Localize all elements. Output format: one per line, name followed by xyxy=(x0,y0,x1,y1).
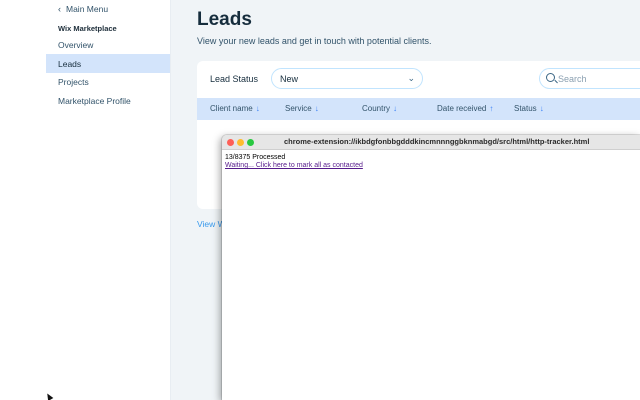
popup-title-bar[interactable]: chrome-extension://ikbdgfonbbgdddkincmnn… xyxy=(222,135,640,150)
sort-arrow-icon: ↓ xyxy=(539,104,544,113)
minimize-window-icon[interactable] xyxy=(237,139,244,146)
sort-arrow-icon: ↓ xyxy=(314,104,319,113)
main-menu-back-link[interactable]: ‹ Main Menu xyxy=(58,4,108,14)
sidebar-item-leads[interactable]: Leads xyxy=(46,54,170,73)
lead-status-value: New xyxy=(280,73,299,84)
close-window-icon[interactable] xyxy=(227,139,234,146)
chevron-left-icon: ‹ xyxy=(58,4,61,14)
page-subtitle: View your new leads and get in touch wit… xyxy=(197,36,432,46)
column-label: Status xyxy=(514,104,537,113)
page-title: Leads xyxy=(197,9,252,30)
extension-popup-window: chrome-extension://ikbdgfonbbgdddkincmnn… xyxy=(222,135,640,400)
sidebar-item-projects[interactable]: Projects xyxy=(46,72,170,91)
sort-arrow-icon: ↓ xyxy=(255,104,260,113)
column-label: Client name xyxy=(210,104,253,113)
column-label: Date received xyxy=(437,104,487,113)
processed-count: 13/8375 Processed xyxy=(225,154,286,161)
search-placeholder: Search xyxy=(558,73,587,84)
column-header-date-received[interactable]: Date received ↑ xyxy=(437,104,493,113)
sidebar-section-title: Wix Marketplace xyxy=(58,24,117,33)
search-icon xyxy=(546,73,555,82)
lead-status-label: Lead Status xyxy=(210,74,259,84)
search-input[interactable]: Search xyxy=(539,68,640,89)
column-label: Service xyxy=(285,104,312,113)
sidebar: ‹ Main Menu Wix Marketplace Overview Lea… xyxy=(0,0,171,400)
maximize-window-icon[interactable] xyxy=(247,139,254,146)
column-header-client-name[interactable]: Client name ↓ xyxy=(210,104,260,113)
column-label: Country xyxy=(362,104,391,113)
main-menu-label: Main Menu xyxy=(66,4,109,14)
mark-all-contacted-link[interactable]: Waiting... Click here to mark all as con… xyxy=(225,162,363,169)
column-header-status[interactable]: Status ↓ xyxy=(514,104,544,113)
sidebar-item-overview[interactable]: Overview xyxy=(46,35,170,54)
table-header: Client name ↓ Service ↓ Country ↓ Date rece… xyxy=(197,98,640,120)
sidebar-item-marketplace-profile[interactable]: Marketplace Profile xyxy=(46,91,170,110)
column-header-country[interactable]: Country ↓ xyxy=(362,104,397,113)
column-header-service[interactable]: Service ↓ xyxy=(285,104,319,113)
popup-title: chrome-extension://ikbdgfonbbgdddkincmnn… xyxy=(284,137,590,146)
sort-arrow-icon: ↓ xyxy=(393,104,398,113)
sort-arrow-icon: ↑ xyxy=(489,104,494,113)
lead-status-dropdown[interactable]: New ⌄ xyxy=(271,68,423,89)
chevron-down-icon: ⌄ xyxy=(407,73,415,83)
